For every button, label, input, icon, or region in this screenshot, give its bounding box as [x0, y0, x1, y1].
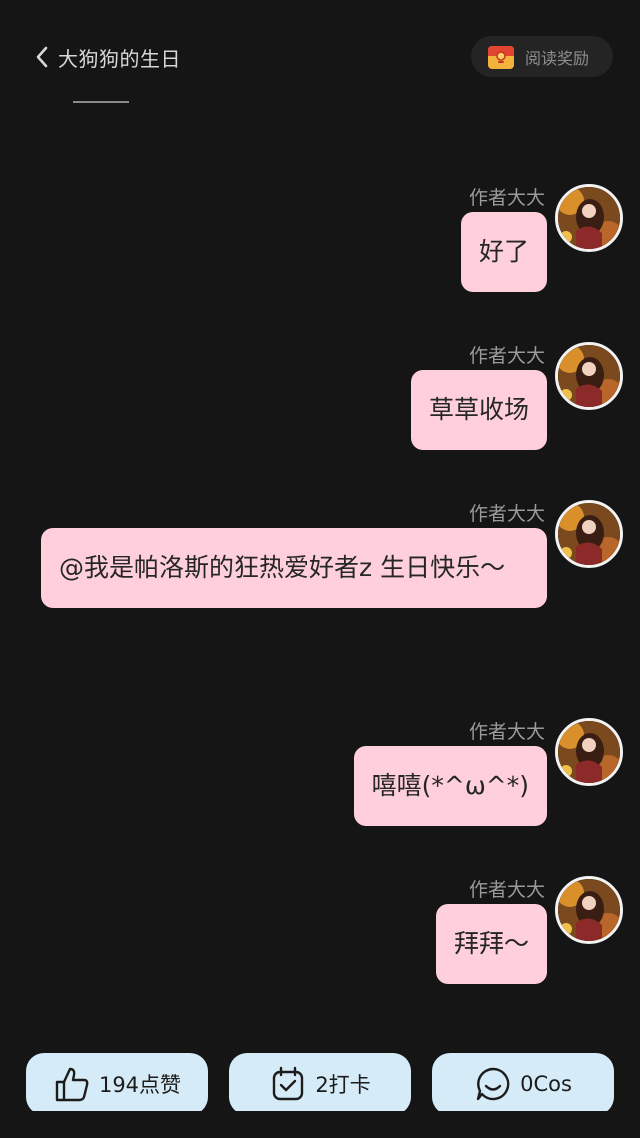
cos-button[interactable]: 0Cos: [432, 1053, 614, 1115]
avatar-image: [558, 879, 620, 941]
message-bubble: 草草收场: [410, 370, 547, 450]
message-bubble: 好了: [460, 212, 547, 292]
reading-reward-button[interactable]: 阅读奖励: [471, 36, 613, 77]
author-name: 作者大大: [468, 187, 545, 209]
author-name: 作者大大: [468, 721, 545, 743]
chat-story-screen: 大狗狗的生日 阅读奖励 作者大大 好了 作者大大 草草收场 作者大大 @我是帕洛…: [0, 0, 640, 1138]
author-avatar[interactable]: [555, 500, 623, 568]
message-bubble: 拜拜～: [435, 904, 547, 984]
chat-smile-icon: [476, 1067, 510, 1101]
avatar-image: [558, 345, 620, 407]
bottom-edge: [0, 1111, 640, 1138]
chevron-left-icon: [36, 46, 48, 68]
author-name: 作者大大: [468, 345, 545, 367]
like-count-label: 194点赞: [98, 1073, 182, 1097]
author-name: 作者大大: [468, 503, 545, 525]
calendar-check-icon: [273, 1066, 304, 1101]
title-underline: [73, 101, 129, 103]
author-avatar[interactable]: [555, 342, 623, 410]
author-name: 作者大大: [468, 879, 545, 901]
story-title: 大狗狗的生日: [58, 46, 181, 71]
checkin-count-label: 2打卡: [315, 1073, 371, 1097]
reading-reward-label: 阅读奖励: [525, 48, 590, 68]
back-button[interactable]: 大狗狗的生日: [34, 40, 181, 74]
author-avatar[interactable]: [555, 718, 623, 786]
author-avatar[interactable]: [555, 184, 623, 252]
message-bubble: 嘻嘻(*^ω^*): [353, 746, 547, 826]
avatar-image: [558, 503, 620, 565]
avatar-image: [558, 187, 620, 249]
author-avatar[interactable]: [555, 876, 623, 944]
gift-icon: [488, 45, 514, 69]
checkin-button[interactable]: 2打卡: [229, 1053, 411, 1115]
message-bubble: @我是帕洛斯的狂热爱好者z 生日快乐～: [41, 528, 547, 608]
cos-count-label: 0Cos: [520, 1072, 572, 1096]
like-button[interactable]: 194点赞: [26, 1053, 208, 1115]
avatar-image: [558, 721, 620, 783]
thumbs-up-icon: [55, 1067, 89, 1102]
